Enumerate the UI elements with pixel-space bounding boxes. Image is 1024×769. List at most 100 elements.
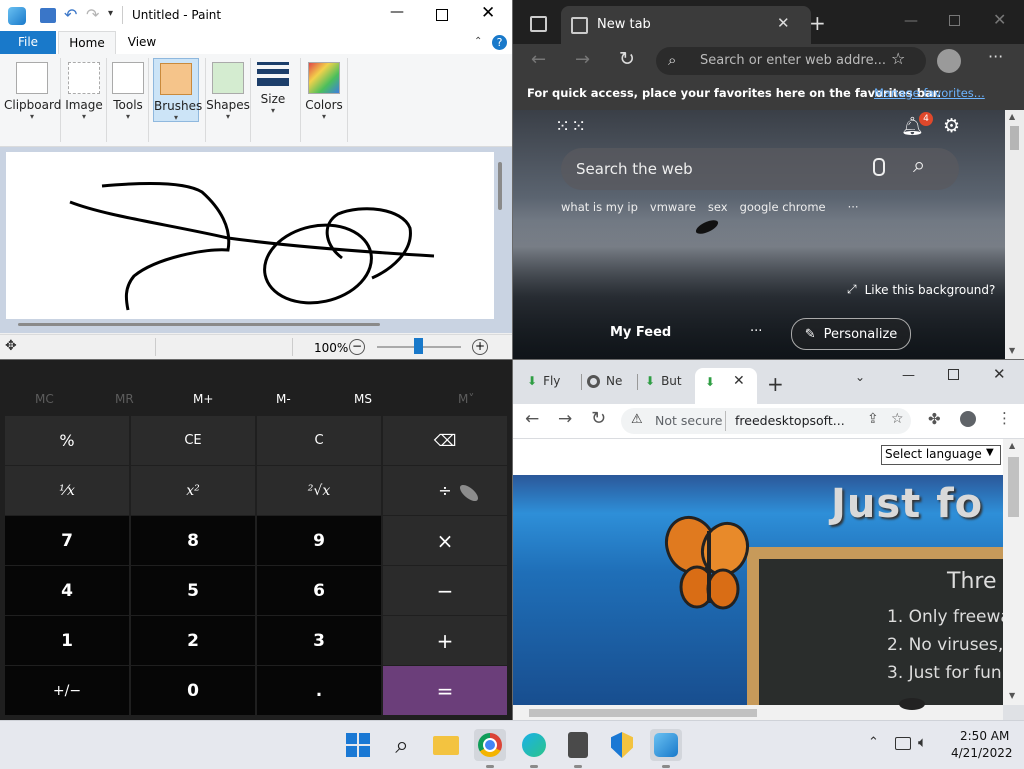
show-hidden-icons-chevron[interactable]: ⌃ <box>868 735 879 750</box>
clear-button[interactable]: C <box>257 416 381 465</box>
edge-web-search-box[interactable]: Search the web ⌕ <box>561 148 959 190</box>
search-icon[interactable]: ⌕ <box>386 729 418 761</box>
ribbon-tools[interactable]: Tools ▾ <box>108 58 149 142</box>
ribbon-size[interactable]: Size ▾ <box>254 58 292 142</box>
close-button[interactable]: ✕ <box>481 3 495 23</box>
clear-entry-button[interactable]: CE <box>131 416 255 465</box>
decimal-button[interactable]: . <box>257 666 381 715</box>
maximize-button[interactable] <box>949 15 960 26</box>
add-button[interactable]: + <box>383 616 507 665</box>
ribbon-brushes[interactable]: Brushes ▾ <box>153 58 202 122</box>
close-tab-icon[interactable]: ✕ <box>777 14 790 32</box>
suggestion-link[interactable]: what is my ip <box>561 200 638 214</box>
memory-add-button[interactable]: M+ <box>193 392 213 406</box>
equals-button[interactable]: = <box>383 666 507 715</box>
ribbon-colors[interactable]: Colors ▾ <box>300 58 348 142</box>
negate-button[interactable]: +/− <box>5 666 129 715</box>
minimize-button[interactable]: — <box>904 13 918 29</box>
digit-6-button[interactable]: 6 <box>257 566 381 615</box>
tab-actions-icon[interactable] <box>530 16 547 32</box>
save-icon[interactable] <box>40 8 56 23</box>
edge-taskbar-icon[interactable] <box>518 729 550 761</box>
help-icon[interactable]: ? <box>492 35 507 50</box>
refresh-icon[interactable]: ↻ <box>591 408 606 429</box>
edge-vertical-scrollbar[interactable]: ▲ ▼ <box>1005 110 1024 359</box>
chrome-tab-fly[interactable]: ⬇ Fly <box>527 374 560 388</box>
edge-url-field[interactable]: ⌕ Search or enter web addre... <box>656 47 926 75</box>
profile-avatar[interactable] <box>960 411 976 427</box>
chrome-vertical-scrollbar[interactable]: ▲ ▼ <box>1003 439 1024 705</box>
feed-more-options-icon[interactable]: ··· <box>750 324 762 339</box>
volume-icon[interactable]: 🔈︎ <box>918 733 927 751</box>
refresh-icon[interactable]: ↻ <box>619 48 635 70</box>
suggestion-link[interactable]: google chrome <box>740 200 826 214</box>
select-language-dropdown[interactable]: Select language ▼ <box>881 445 1001 465</box>
minimize-button[interactable]: — <box>390 4 404 20</box>
calculator-taskbar-icon[interactable] <box>562 729 594 761</box>
zoom-out-icon[interactable]: − <box>349 339 365 355</box>
manage-favorites-link[interactable]: Manage favorites... <box>874 86 985 100</box>
backspace-button[interactable]: ⌫ <box>383 416 507 465</box>
forward-icon[interactable]: → <box>575 49 590 70</box>
start-button[interactable] <box>342 729 374 761</box>
digit-0-button[interactable]: 0 <box>131 666 255 715</box>
my-feed-tab[interactable]: My Feed <box>610 325 671 340</box>
settings-gear-icon[interactable]: ⚙ <box>943 115 960 137</box>
clock-date[interactable]: 4/21/2022 <box>951 746 1013 760</box>
digit-9-button[interactable]: 9 <box>257 516 381 565</box>
back-icon[interactable]: ← <box>525 409 539 429</box>
back-icon[interactable]: ← <box>531 49 546 70</box>
file-explorer-icon[interactable] <box>430 729 462 761</box>
security-shield-taskbar-icon[interactable] <box>606 729 638 761</box>
apps-grid-icon[interactable]: ⁙⁙ <box>555 116 587 137</box>
digit-7-button[interactable]: 7 <box>5 516 129 565</box>
forward-icon[interactable]: → <box>558 409 572 429</box>
chrome-tab-new[interactable]: Ne <box>587 374 622 388</box>
reciprocal-button[interactable]: ¹⁄x <box>5 466 129 515</box>
memory-store-button[interactable]: MS <box>354 392 372 406</box>
personalize-button[interactable]: ✎ Personalize <box>791 318 911 350</box>
minimize-button[interactable]: — <box>902 368 915 383</box>
more-options-icon[interactable]: ⋮ <box>997 409 1012 427</box>
close-button[interactable]: ✕ <box>993 365 1006 383</box>
horizontal-scrollbar[interactable] <box>18 323 380 326</box>
tab-view[interactable]: View <box>116 31 168 54</box>
redo-icon[interactable]: ↷ <box>86 5 99 24</box>
digit-4-button[interactable]: 4 <box>5 566 129 615</box>
maximize-button[interactable] <box>948 369 959 380</box>
tab-file[interactable]: File <box>0 31 56 54</box>
chrome-horizontal-scrollbar[interactable] <box>513 705 1003 720</box>
digit-2-button[interactable]: 2 <box>131 616 255 665</box>
chrome-tab-butterfly[interactable]: ⬇ But <box>645 374 682 388</box>
tab-home[interactable]: Home <box>58 31 116 55</box>
new-tab-button[interactable]: + <box>809 11 826 35</box>
memory-subtract-button[interactable]: M- <box>276 392 291 406</box>
digit-8-button[interactable]: 8 <box>131 516 255 565</box>
ribbon-clipboard[interactable]: Clipboard ▾ <box>4 58 61 142</box>
digit-5-button[interactable]: 5 <box>131 566 255 615</box>
digit-1-button[interactable]: 1 <box>5 616 129 665</box>
bookmark-star-icon[interactable]: ☆ <box>891 411 904 427</box>
more-options-icon[interactable]: ··· <box>988 47 1003 66</box>
ribbon-collapse-icon[interactable]: ⌃ <box>474 36 482 47</box>
square-button[interactable]: x² <box>131 466 255 515</box>
chrome-taskbar-icon[interactable] <box>474 729 506 761</box>
zoom-slider-thumb[interactable] <box>414 338 423 354</box>
memory-clear-button[interactable]: MC <box>35 392 54 406</box>
share-icon[interactable]: ⇪ <box>867 411 879 427</box>
ribbon-shapes[interactable]: Shapes ▾ <box>205 58 251 142</box>
vertical-scrollbar[interactable] <box>498 162 502 210</box>
new-tab-button[interactable]: + <box>767 372 784 396</box>
network-icon[interactable] <box>895 737 911 750</box>
extensions-puzzle-icon[interactable]: ✤ <box>928 410 941 428</box>
divide-button[interactable]: ÷ <box>383 466 507 515</box>
clock-time[interactable]: 2:50 AM <box>960 729 1009 743</box>
maximize-button[interactable] <box>436 9 448 21</box>
chrome-tab-active[interactable]: ⬇ ✕ <box>695 368 757 404</box>
suggestion-link[interactable]: vmware <box>650 200 696 214</box>
security-indicator[interactable]: Not secure <box>655 413 722 428</box>
percent-button[interactable]: % <box>5 416 129 465</box>
chrome-omnibox[interactable]: ⚠ Not secure freedesktopsoft... ⇪ ☆ <box>621 408 911 434</box>
square-root-button[interactable]: ²√x <box>257 466 381 515</box>
search-icon[interactable]: ⌕ <box>913 153 925 178</box>
